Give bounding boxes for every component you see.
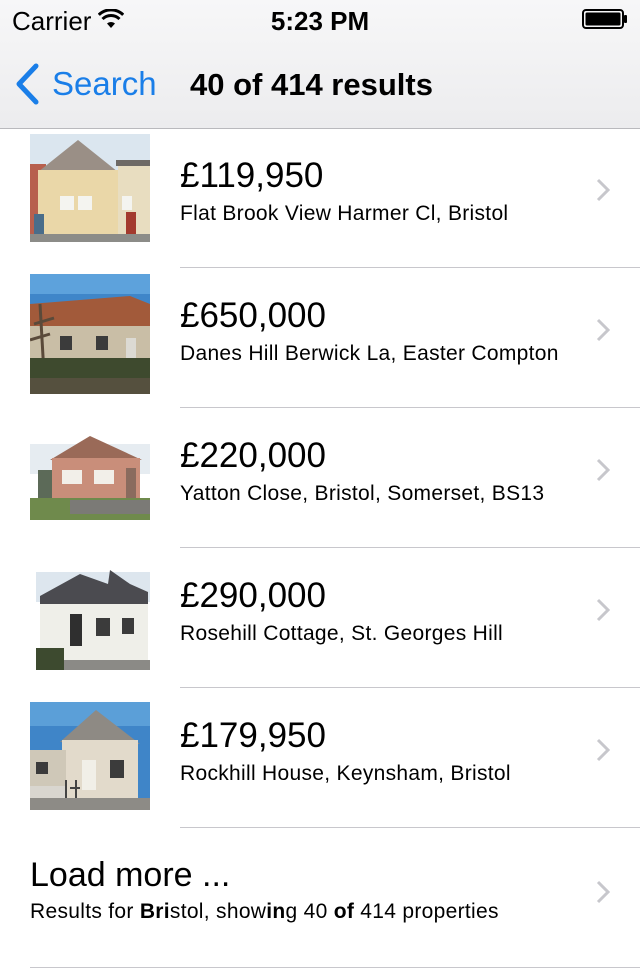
listing-address: Rockhill House, Keynsham, Bristol [180, 762, 511, 785]
listing-address: Rosehill Cottage, St. Georges Hill [180, 622, 504, 645]
property-photo [30, 562, 150, 670]
chevron-right-icon [596, 178, 610, 202]
subtitle-highlight: Bri [139, 900, 170, 923]
property-photo [30, 274, 150, 394]
listing-row[interactable]: £650,000 Danes Hill Berwick La, Easter C… [0, 268, 640, 408]
listing-row[interactable]: £179,950 Rockhill House, Keynsham, Brist… [0, 688, 640, 828]
listing-row[interactable]: £290,000 Rosehill Cottage, St. Georges H… [0, 548, 640, 688]
listing-price: £650,000 [180, 296, 326, 335]
listing-row[interactable]: £220,000 Yatton Close, Bristol, Somerset… [0, 408, 640, 548]
clock: 5:23 PM [270, 6, 370, 36]
load-more-title: Load more ... [30, 856, 231, 894]
property-photo [30, 702, 150, 810]
back-button[interactable]: Search [14, 62, 157, 106]
listing-price: £179,950 [180, 716, 326, 755]
subtitle-highlight: of [333, 900, 355, 923]
subtitle-highlight: in [266, 900, 286, 923]
property-photo [30, 134, 150, 242]
chevron-right-icon [596, 318, 610, 342]
status-bar: Carrier 5:23 PM [0, 0, 640, 40]
chevron-right-icon [596, 458, 610, 482]
listing-address: Yatton Close, Bristol, Somerset, BS13 [180, 482, 545, 505]
subtitle-text: g 40 [285, 900, 334, 923]
back-button-label: Search [52, 65, 157, 102]
listing-price: £119,950 [180, 156, 324, 195]
navigation-bar: Search 40 of 414 results [0, 40, 640, 128]
listing-address: Flat Brook View Harmer Cl, Bristol [180, 202, 509, 225]
battery-icon [582, 9, 627, 29]
chevron-right-icon [596, 880, 610, 904]
chevron-right-icon [596, 598, 610, 622]
listing-price: £220,000 [180, 436, 326, 475]
listing-row[interactable]: £119,950 Flat Brook View Harmer Cl, Bris… [0, 128, 640, 268]
listing-address: Danes Hill Berwick La, Easter Compton [180, 342, 559, 365]
top-bar: Carrier 5:23 PM Search 40 of 414 results [0, 0, 640, 129]
results-list: £119,950 Flat Brook View Harmer Cl, Bris… [0, 128, 640, 968]
subtitle-text: Results for [30, 900, 140, 923]
load-more-row[interactable]: Load more ... Results for Bristol, showi… [0, 828, 640, 968]
property-photo [30, 430, 150, 520]
subtitle-text: stol, show [169, 900, 267, 923]
chevron-left-icon [16, 63, 39, 105]
chevron-right-icon [596, 738, 610, 762]
page-title: 40 of 414 results [190, 67, 433, 102]
subtitle-text: 414 properties [354, 900, 499, 923]
load-more-subtitle: Results for Bristol, showing 40 of 414 p… [30, 900, 560, 924]
listing-price: £290,000 [180, 576, 326, 615]
